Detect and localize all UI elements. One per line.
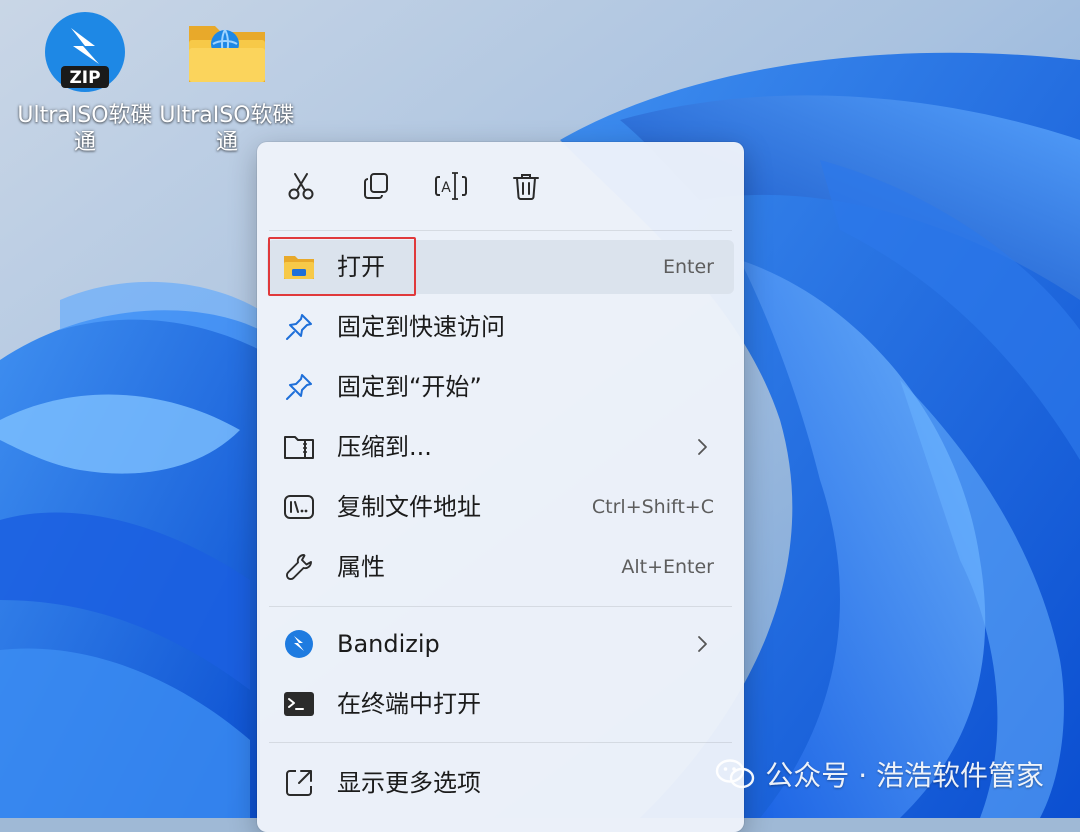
menu-item-label: 固定到快速访问 (337, 313, 505, 341)
context-menu-toolbar: A (257, 142, 744, 230)
menu-item-label: 压缩到... (337, 433, 432, 461)
menu-item-shortcut: Ctrl+Shift+C (591, 496, 714, 518)
delete-button[interactable] (504, 164, 548, 208)
zip-app-icon: ZIP (43, 10, 127, 94)
pin-icon (283, 311, 315, 343)
path-icon (283, 491, 315, 523)
terminal-icon (283, 688, 315, 720)
menu-item-bandizip[interactable]: Bandizip (267, 617, 734, 671)
menu-item-label: 属性 (337, 553, 385, 581)
menu-item-open-terminal[interactable]: 在终端中打开 (267, 677, 734, 731)
menu-separator (269, 230, 732, 231)
menu-item-compress-to[interactable]: 压缩到... (267, 420, 734, 474)
chevron-right-icon (698, 439, 707, 455)
cut-button[interactable] (279, 164, 323, 208)
more-options-icon (283, 767, 315, 799)
watermark: 公众号 · 浩浩软件管家 (715, 754, 1044, 794)
desktop-icon-ultraiso-2[interactable]: UltraISO软碟通 (157, 10, 297, 156)
menu-item-label: 显示更多选项 (337, 769, 481, 797)
zip-badge: ZIP (69, 68, 100, 88)
desktop-icon-ultraiso-1[interactable]: ZIP UltraISO软碟通 (15, 10, 155, 156)
rename-icon: A (435, 172, 467, 200)
archive-folder-icon (283, 431, 315, 463)
menu-item-properties[interactable]: 属性 Alt+Enter (267, 540, 734, 594)
menu-item-label: 固定到“开始” (337, 373, 482, 401)
menu-item-copy-path[interactable]: 复制文件地址 Ctrl+Shift+C (267, 480, 734, 534)
annotation-highlight-box (268, 237, 416, 296)
copy-button[interactable] (354, 164, 398, 208)
menu-item-pin-quick-access[interactable]: 固定到快速访问 (267, 300, 734, 354)
chevron-right-icon (698, 636, 707, 652)
copy-icon (364, 173, 388, 199)
menu-item-label: 在终端中打开 (337, 690, 481, 718)
menu-item-shortcut: Enter (663, 256, 714, 278)
pin-icon (283, 371, 315, 403)
menu-separator (269, 742, 732, 743)
watermark-text: 公众号 · 浩浩软件管家 (765, 759, 1044, 792)
folder-globe-icon (185, 10, 269, 94)
wechat-icon (716, 759, 755, 789)
desktop-icon-label: UltraISO软碟通 (17, 103, 153, 155)
svg-text:A: A (441, 180, 451, 196)
menu-item-show-more-options[interactable]: 显示更多选项 (267, 756, 734, 810)
rename-button[interactable]: A (429, 164, 473, 208)
menu-item-label: 复制文件地址 (337, 493, 481, 521)
bandizip-icon (283, 628, 315, 660)
menu-item-shortcut: Alt+Enter (621, 556, 714, 578)
scissors-icon (288, 173, 314, 200)
trash-icon (513, 174, 539, 200)
wrench-icon (283, 551, 315, 583)
menu-item-label: Bandizip (337, 630, 440, 658)
menu-item-pin-start[interactable]: 固定到“开始” (267, 360, 734, 414)
menu-separator (269, 606, 732, 607)
